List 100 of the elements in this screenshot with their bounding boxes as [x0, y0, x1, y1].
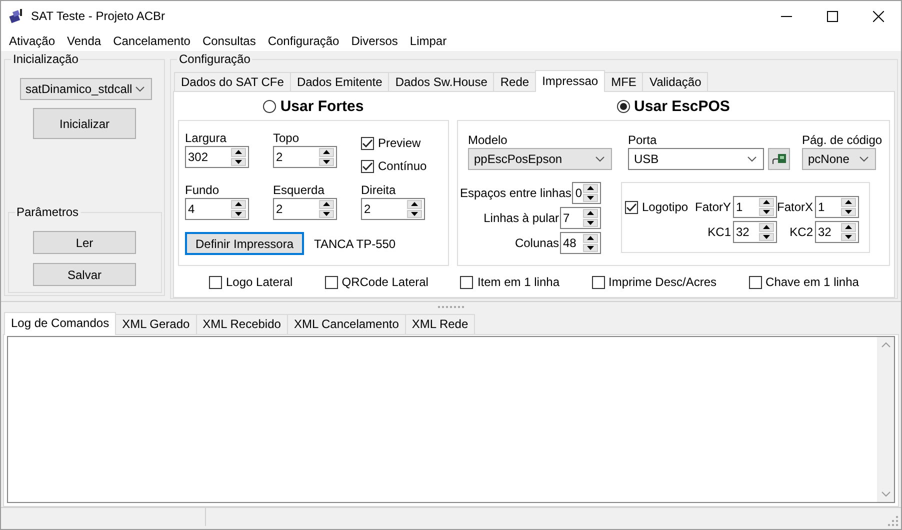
down-arrow-icon — [763, 234, 770, 239]
spin-down-button[interactable] — [231, 158, 246, 166]
spin-up-button[interactable] — [759, 198, 774, 206]
up-arrow-icon — [845, 225, 852, 230]
spin-up-button[interactable] — [319, 148, 334, 156]
menu-item[interactable]: Configuração — [262, 34, 346, 48]
checkbox[interactable] — [324, 276, 338, 288]
field-label: Linhas à pular — [484, 211, 559, 225]
spin-field[interactable]: 4 — [185, 198, 249, 220]
group-title: Configuração — [177, 52, 252, 66]
spin-down-button[interactable] — [841, 232, 856, 241]
spin-field[interactable]: 1 — [733, 196, 777, 218]
spin-down-button[interactable] — [231, 210, 246, 218]
field-label: Modelo — [468, 133, 508, 147]
spin-down-button[interactable] — [759, 208, 774, 216]
spin-field[interactable]: 302 — [185, 146, 249, 168]
up-arrow-icon — [235, 150, 242, 154]
checkbox-label: Logotipo — [642, 200, 688, 214]
spin-up-button[interactable] — [231, 148, 246, 156]
size-grip-icon[interactable] — [888, 516, 898, 526]
checkbox[interactable] — [361, 136, 374, 150]
menu-item[interactable]: Ativação — [3, 34, 62, 48]
menu-item[interactable]: Consultas — [196, 34, 262, 48]
checkbox[interactable] — [460, 276, 474, 288]
spin-field[interactable]: 2 — [273, 198, 337, 220]
down-arrow-icon — [845, 234, 852, 239]
spin-down-button[interactable] — [583, 194, 598, 202]
field-label: Fundo — [185, 183, 220, 197]
spin-up-button[interactable] — [583, 184, 598, 192]
define-printer-button[interactable]: Definir Impressora — [185, 232, 304, 255]
menu-item[interactable]: Limpar — [404, 34, 453, 48]
spin-down-button[interactable] — [319, 210, 334, 218]
spin-field[interactable]: 32 — [815, 221, 859, 243]
tab[interactable]: Impressao — [535, 70, 606, 92]
spin-field[interactable]: 0 — [572, 182, 601, 204]
port-button[interactable] — [768, 148, 790, 170]
spin-field[interactable]: 2 — [361, 198, 425, 220]
spin-down-button[interactable] — [583, 244, 598, 252]
menu-item[interactable]: Venda — [61, 34, 108, 48]
printer-name: TANCA TP-550 — [314, 236, 396, 250]
up-arrow-icon — [235, 202, 242, 206]
tab[interactable]: XML Rede — [404, 314, 476, 334]
port-dropdown[interactable]: USB — [628, 148, 764, 170]
checkbox[interactable] — [748, 276, 762, 288]
spin-up-button[interactable] — [583, 234, 598, 242]
spin-up-button[interactable] — [319, 200, 334, 208]
menu-item[interactable]: Diversos — [345, 34, 404, 48]
parameter-button[interactable]: Ler — [33, 231, 136, 254]
checkbox[interactable] — [592, 276, 604, 288]
spin-up-button[interactable] — [583, 209, 598, 218]
spin-up-button[interactable] — [759, 223, 774, 232]
checkbox-label: Contínuo — [378, 159, 427, 173]
checkbox[interactable] — [625, 200, 638, 214]
window-title: SAT Teste - Projeto ACBr — [31, 9, 166, 23]
spin-field[interactable]: 2 — [273, 146, 337, 168]
radio-button[interactable] — [617, 100, 630, 112]
spin-field[interactable]: 48 — [560, 232, 601, 254]
spin-down-button[interactable] — [841, 208, 856, 216]
radio-button[interactable] — [263, 100, 276, 112]
down-arrow-icon — [587, 196, 594, 200]
tab[interactable]: Validação — [642, 72, 708, 91]
field-label: FatorY — [695, 200, 732, 214]
spin-up-button[interactable] — [407, 200, 422, 208]
checkbox-label: Imprime Desc/Acres — [608, 275, 717, 289]
initialize-button[interactable]: Inicializar — [33, 108, 136, 139]
down-arrow-icon — [235, 160, 242, 164]
spin-down-button[interactable] — [759, 232, 774, 241]
library-dropdown[interactable]: satDinamico_stdcall — [20, 78, 152, 100]
tab[interactable]: Log de Comandos — [4, 312, 116, 335]
up-arrow-icon — [763, 200, 770, 204]
menu-item[interactable]: Cancelamento — [107, 34, 196, 48]
checkbox[interactable] — [361, 160, 374, 172]
checkbox-label: QRCode Lateral — [342, 275, 428, 289]
codepage-dropdown[interactable]: pcNone — [802, 148, 876, 170]
field-value: 1 — [735, 199, 744, 216]
chevron-icon — [747, 156, 757, 162]
spin-down-button[interactable] — [407, 210, 422, 218]
spin-down-button[interactable] — [319, 158, 334, 166]
spin-field[interactable]: 1 — [815, 196, 859, 218]
spin-down-button[interactable] — [583, 218, 598, 227]
field-value: 0 — [574, 185, 583, 202]
field-value: 302 — [187, 149, 210, 166]
close-icon — [872, 10, 884, 22]
scrollbar[interactable] — [877, 337, 894, 502]
checkbox[interactable] — [209, 276, 222, 288]
field-label: Direita — [361, 183, 397, 197]
spin-up-button[interactable] — [231, 200, 246, 208]
spin-up-button[interactable] — [841, 198, 856, 206]
field-label: Esquerda — [273, 183, 326, 197]
spin-field[interactable]: 7 — [560, 207, 601, 229]
spin-field[interactable]: 32 — [733, 221, 777, 243]
spin-up-button[interactable] — [841, 223, 856, 232]
parameter-button[interactable]: Salvar — [33, 263, 136, 286]
tab[interactable]: Dados do SAT CFe — [174, 72, 291, 91]
group-title: Inicialização — [11, 52, 80, 66]
field-value: 7 — [562, 210, 571, 227]
chevron-icon — [859, 156, 869, 162]
field-label: Topo — [273, 131, 300, 145]
model-dropdown[interactable]: ppEscPosEpson — [468, 148, 612, 170]
checkbox-label: Chave em 1 linha — [766, 275, 859, 289]
